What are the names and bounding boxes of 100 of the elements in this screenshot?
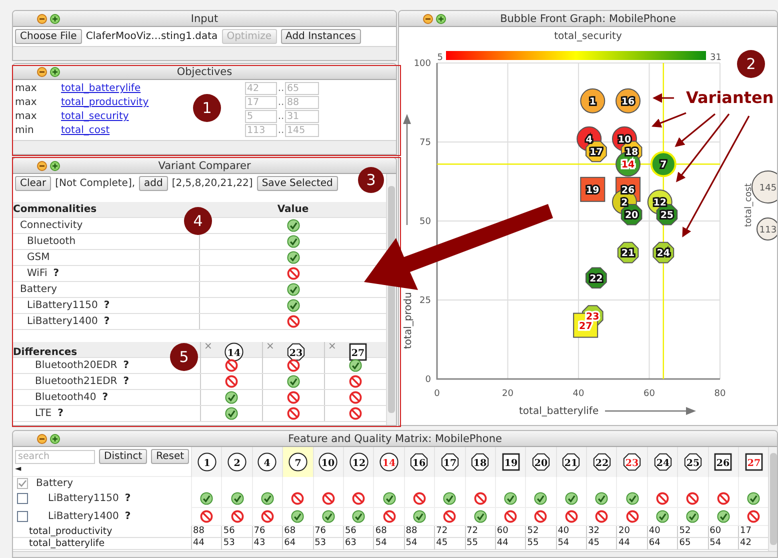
table-cell: 52 [525, 526, 556, 538]
objective-link[interactable]: total_security [61, 111, 129, 122]
variant-badge[interactable]: 10 [318, 452, 338, 472]
variant-badge[interactable]: 19 [500, 452, 521, 472]
column-header[interactable]: 26 [708, 447, 738, 477]
minimize-icon[interactable] [37, 160, 47, 170]
add-button[interactable]: add [139, 176, 168, 191]
variant-badge[interactable]: 7 [288, 452, 308, 472]
variant-badge[interactable]: 23 [622, 452, 642, 472]
callout-text: Varianten [686, 88, 774, 107]
bubble[interactable] [586, 267, 607, 288]
variant-badge[interactable]: 14 [379, 452, 400, 472]
scrollbar[interactable] [768, 447, 777, 551]
maximize-icon[interactable] [50, 14, 60, 24]
column-header[interactable]: 4 [252, 447, 282, 477]
column-header[interactable]: 18 [464, 447, 495, 477]
column-header[interactable]: 2 [221, 447, 252, 477]
maximize-icon[interactable] [50, 66, 60, 76]
variant-badge[interactable]: 16 [409, 452, 430, 472]
distinct-button[interactable]: Distinct [99, 449, 148, 464]
bubble-label: 1 [589, 96, 596, 108]
variant-badge[interactable]: 26 [713, 452, 734, 472]
objective-link[interactable]: total_productivity [61, 97, 149, 108]
minimize-icon[interactable] [37, 66, 47, 76]
save-selected-button[interactable]: Save Selected [256, 176, 338, 191]
minimize-icon[interactable] [37, 14, 47, 24]
help-link[interactable]: ? [104, 300, 110, 311]
variant-badge[interactable]: 23 [286, 342, 306, 362]
objective-link[interactable]: total_batterylife [61, 83, 141, 94]
help-link[interactable]: ? [123, 360, 130, 371]
table-cell: 53 [312, 538, 343, 550]
reset-button[interactable]: Reset [151, 449, 190, 464]
column-header[interactable]: 12 [342, 447, 374, 477]
variant-badge[interactable]: 2 [227, 452, 248, 472]
column-header[interactable]: 23 [616, 447, 647, 477]
variant-badge[interactable]: 21 [561, 452, 582, 472]
feature-name: LiBattery1400 [47, 511, 119, 522]
axis-title: total_produ [403, 292, 414, 349]
objective-link[interactable]: total_cost [61, 125, 110, 136]
bubble[interactable] [620, 204, 642, 226]
column-header[interactable]: 19 [494, 447, 526, 477]
help-link[interactable]: ? [102, 392, 108, 403]
bubble[interactable] [656, 204, 678, 226]
range-separator: .. [277, 83, 285, 94]
bubble-label: 20 [624, 210, 638, 222]
bubble[interactable] [580, 176, 606, 202]
help-link[interactable]: ? [53, 268, 60, 279]
clear-button[interactable]: Clear [15, 176, 52, 191]
column-header[interactable]: 21 [556, 447, 586, 477]
choose-file-button[interactable]: Choose File [15, 29, 82, 44]
variant-badge[interactable]: 20 [530, 452, 551, 472]
minimize-icon[interactable] [37, 434, 47, 444]
panel-title: Bubble Front Graph: MobilePhone [500, 12, 676, 24]
selection-text: [2,5,8,20,21,22] [172, 178, 253, 189]
help-link[interactable]: ? [58, 408, 64, 419]
maximize-icon[interactable] [50, 434, 60, 444]
maximize-icon[interactable] [436, 14, 446, 24]
variant-badge[interactable]: 4 [257, 452, 278, 472]
column-header[interactable]: 17 [434, 447, 465, 477]
maximize-icon[interactable] [50, 160, 60, 170]
add-instances-button[interactable]: Add Instances [280, 29, 361, 44]
column-header[interactable]: 1 [191, 447, 222, 477]
minimize-icon[interactable] [423, 14, 433, 24]
bubble[interactable] [616, 88, 641, 114]
variant-badge[interactable]: 24 [652, 452, 673, 472]
bubble-label: 19 [586, 184, 600, 196]
bubble[interactable] [652, 242, 674, 264]
bubble[interactable] [586, 140, 607, 162]
variant-badge[interactable]: 1 [196, 452, 217, 472]
table-cell: 53 [221, 538, 252, 550]
search-field[interactable]: search [15, 450, 95, 464]
column-header[interactable]: 27 [738, 447, 768, 477]
column-header[interactable]: 25 [677, 447, 708, 477]
column-header[interactable]: 14 [373, 447, 404, 477]
variant-badge[interactable]: 18 [470, 452, 490, 472]
collapse-button[interactable]: ◄ [15, 464, 22, 473]
column-header[interactable]: 22 [586, 447, 616, 477]
column-header[interactable]: 16 [404, 447, 434, 477]
table-cell: 54 [556, 538, 586, 550]
help-link[interactable]: ? [123, 376, 130, 387]
column-header[interactable]: 20 [525, 447, 556, 477]
legend-max: 31 [710, 53, 722, 63]
variant-badge[interactable]: 25 [682, 452, 703, 472]
variant-badge[interactable]: 14 [224, 342, 244, 362]
help-link[interactable]: ? [104, 316, 110, 327]
goal-text: max [15, 83, 38, 94]
bubble[interactable] [617, 242, 639, 264]
column-header[interactable]: 24 [646, 447, 678, 477]
table-cell: 76 [312, 526, 343, 538]
variant-badge[interactable]: 27 [348, 342, 368, 362]
legend-value: 113 [759, 226, 777, 236]
variant-badge[interactable]: 22 [592, 452, 612, 472]
variant-badge[interactable]: 12 [348, 452, 369, 472]
variant-badge[interactable]: 27 [744, 452, 764, 472]
bubble[interactable] [580, 88, 606, 114]
column-header[interactable]: 10 [312, 447, 343, 477]
file-name: ClaferMooViz…sting1.data [86, 31, 218, 42]
variant-badge[interactable]: 17 [440, 452, 460, 472]
column-header[interactable]: 7 [282, 447, 313, 477]
tick-label: 20 [502, 389, 514, 399]
